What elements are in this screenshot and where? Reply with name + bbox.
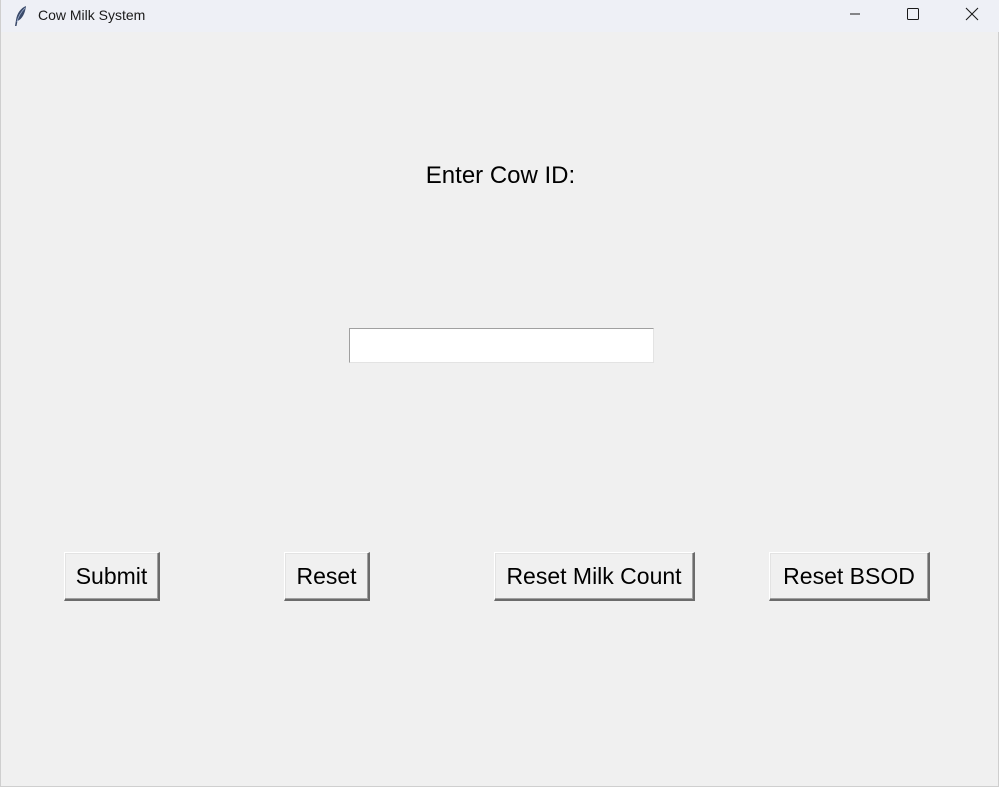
minimize-icon [849,7,861,25]
close-button[interactable] [949,0,995,32]
maximize-button[interactable] [890,0,936,32]
title-bar[interactable]: Cow Milk System [1,0,999,32]
window-title: Cow Milk System [38,7,146,23]
app-window: Cow Milk System Enter Cow ID: Submit Res… [0,0,999,787]
minimize-button[interactable] [832,0,878,32]
reset-bsod-button[interactable]: Reset BSOD [769,552,930,601]
reset-button[interactable]: Reset [284,552,370,601]
feather-icon [13,5,29,27]
maximize-icon [907,7,919,25]
submit-button[interactable]: Submit [64,552,160,601]
cow-id-input[interactable] [349,328,654,363]
cow-id-label: Enter Cow ID: [425,162,576,189]
close-icon [965,7,979,26]
reset-milk-count-button[interactable]: Reset Milk Count [494,552,695,601]
